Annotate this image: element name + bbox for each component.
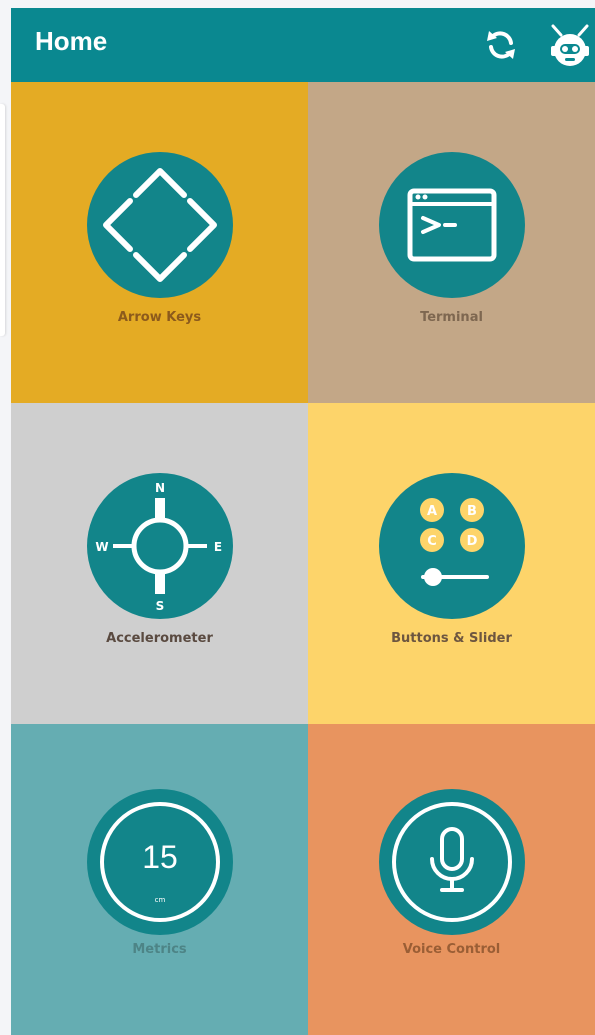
metric-unit: cm — [154, 896, 165, 904]
button-d-label: D — [466, 534, 477, 549]
compass-s-label: S — [155, 599, 164, 613]
metric-value: 15 — [142, 839, 178, 875]
button-c-label: C — [427, 534, 437, 549]
tile-label-buttons-slider: Buttons & Slider — [391, 631, 512, 646]
tile-accelerometer[interactable]: N S W E Accelerometer — [11, 403, 308, 724]
tile-label-metrics: Metrics — [132, 942, 187, 957]
tile-metrics[interactable]: 15 cm Metrics — [11, 724, 308, 1035]
tile-terminal[interactable]: Terminal — [308, 82, 595, 403]
metrics-gauge-icon: 15 cm — [86, 788, 233, 939]
compass-e-label: E — [213, 540, 221, 554]
sync-icon[interactable] — [481, 25, 521, 65]
button-a-label: A — [426, 504, 436, 519]
tile-voice-control[interactable]: Voice Control — [308, 724, 595, 1035]
microphone-icon — [378, 788, 525, 939]
tile-arrow-keys[interactable]: Arrow Keys — [11, 82, 308, 403]
app-bar: Home — [11, 8, 595, 82]
tile-label-arrow-keys: Arrow Keys — [117, 310, 202, 325]
compass-icon: N S W E — [86, 472, 233, 623]
tile-buttons-slider[interactable]: A B C D Buttons & Slider — [308, 403, 595, 724]
terminal-icon — [378, 151, 525, 302]
tile-label-terminal: Terminal — [420, 310, 483, 325]
controller-grid: Arrow Keys Terminal N S W E Acceleromete… — [11, 82, 595, 1035]
compass-w-label: W — [95, 540, 108, 554]
buttons-slider-icon: A B C D — [378, 472, 525, 623]
side-drawer-handle[interactable] — [0, 104, 5, 336]
tile-label-accelerometer: Accelerometer — [106, 631, 213, 646]
page-title: Home — [35, 26, 108, 56]
tile-label-voice-control: Voice Control — [402, 942, 501, 957]
app-window: Home Arrow Keys Terminal N S W E Acceler… — [11, 8, 595, 1035]
arrow-keys-icon — [86, 151, 233, 302]
robot-settings-icon[interactable] — [545, 20, 595, 70]
button-b-label: B — [467, 504, 477, 519]
compass-n-label: N — [154, 481, 164, 495]
